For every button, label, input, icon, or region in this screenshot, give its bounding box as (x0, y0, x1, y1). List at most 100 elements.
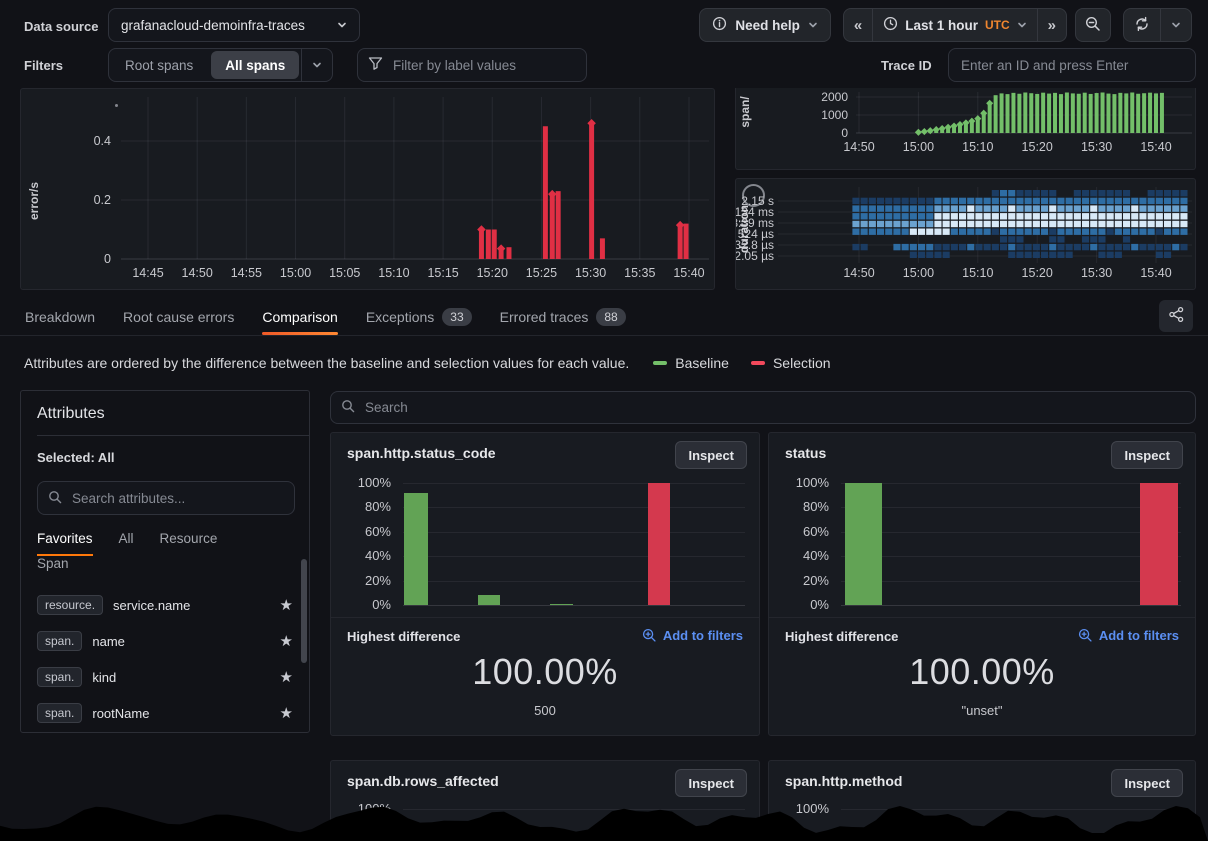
attributes-selected-label: Selected: All (37, 450, 293, 465)
attribute-item-service.name[interactable]: resource.service.name★ (37, 587, 293, 623)
refresh-button[interactable] (1124, 9, 1160, 41)
heatmap-cell (1098, 252, 1105, 258)
heatmap-cell (1148, 198, 1155, 204)
share-button[interactable] (1159, 300, 1193, 332)
need-help-button[interactable]: Need help (699, 8, 831, 42)
inspect-button[interactable]: Inspect (675, 769, 747, 797)
x-tick-label: 15:40 (673, 266, 704, 280)
y-tick-label: 0.4 (94, 134, 111, 148)
heatmap-cell (1180, 229, 1187, 235)
y-tick-label: 2000 (821, 90, 848, 104)
heatmap-cell (1016, 198, 1023, 204)
star-icon[interactable]: ★ (280, 596, 293, 614)
highest-difference-value: 100.00% (769, 651, 1195, 693)
heatmap-cell (1115, 244, 1122, 250)
time-range-picker[interactable]: Last 1 hour UTC (872, 9, 1036, 41)
heatmap-cell (885, 221, 892, 227)
attributes-subtab-all[interactable]: All (119, 531, 134, 554)
heatmap-cell (1025, 244, 1032, 250)
attributes-subtab-favorites[interactable]: Favorites (37, 531, 93, 556)
heatmap-cell (959, 244, 966, 250)
x-tick-label: 15:35 (624, 266, 655, 280)
tab-errored-traces[interactable]: Errored traces88 (500, 299, 626, 335)
star-icon[interactable]: ★ (280, 632, 293, 650)
heatmap-cell (1025, 198, 1032, 204)
heatmap-cell (893, 213, 900, 219)
timezone-label: UTC (985, 18, 1010, 32)
star-icon[interactable]: ★ (280, 704, 293, 722)
heatmap-cell (893, 221, 900, 227)
heatmap-cell (1115, 205, 1122, 211)
span-bar (1160, 93, 1164, 133)
heatmap-cell (1025, 190, 1032, 196)
attribute-name: name (92, 634, 125, 649)
main-search-input[interactable] (363, 399, 1185, 416)
heatmap-cell (1008, 213, 1015, 219)
add-to-filters-link[interactable]: Add to filters (1078, 628, 1179, 643)
plot-area[interactable] (119, 95, 711, 259)
heatmap-cell (1164, 244, 1171, 250)
heatmap-cell (926, 205, 933, 211)
heatmap-cell (967, 205, 974, 211)
span-scope-toggle: Root spans All spans (108, 48, 333, 82)
span-rate-panel[interactable]: 14:5015:0015:1015:2015:3015:40010002000s… (735, 88, 1196, 170)
zoom-out-button[interactable] (1075, 8, 1111, 42)
data-source-select[interactable]: grafanacloud-demoinfra-traces (108, 8, 360, 42)
x-tick-label: 15:20 (1022, 266, 1053, 280)
plot-area[interactable] (854, 90, 1192, 133)
label-filter-input[interactable] (391, 57, 576, 74)
tab-breakdown[interactable]: Breakdown (25, 299, 95, 335)
heatmap-cell (1164, 213, 1171, 219)
root-spans-option[interactable]: Root spans (111, 51, 207, 79)
error-bar (589, 123, 594, 259)
star-icon[interactable]: ★ (280, 668, 293, 686)
heatmap-cell (992, 198, 999, 204)
duration-heatmap-panel[interactable]: 14:5015:0015:1015:2015:3015:402.15 s134 … (735, 178, 1196, 290)
heatmap-cell (1123, 190, 1130, 196)
add-to-filters-link[interactable]: Add to filters (642, 628, 743, 643)
heatmap-cell (1131, 205, 1138, 211)
scope-dropdown-button[interactable] (301, 49, 332, 81)
tab-exceptions[interactable]: Exceptions33 (366, 299, 472, 335)
baseline-bar (478, 595, 500, 605)
attributes-subtab-resource[interactable]: Resource (160, 531, 218, 554)
refresh-interval-dropdown[interactable] (1160, 9, 1191, 41)
heatmap-cell (1172, 213, 1179, 219)
tab-comparison[interactable]: Comparison (262, 299, 337, 335)
attributes-list: resource.service.name★span.name★span.kin… (37, 587, 293, 733)
attribute-item-kind[interactable]: span.kind★ (37, 659, 293, 695)
heatmap-cell (1180, 190, 1187, 196)
heatmap-cell (1025, 252, 1032, 258)
highest-difference-label: Highest difference (785, 629, 898, 644)
heatmap-cell (1090, 229, 1097, 235)
heatmap-cell (975, 221, 982, 227)
attribute-item-rootServiceName[interactable]: span.rootServiceName★ (37, 731, 293, 733)
scrollbar-thumb[interactable] (301, 559, 307, 663)
attribute-item-name[interactable]: span.name★ (37, 623, 293, 659)
need-help-label: Need help (735, 18, 800, 33)
heatmap-cell (1016, 221, 1023, 227)
legend-item-baseline[interactable]: Baseline (653, 355, 729, 371)
inspect-button[interactable]: Inspect (1111, 769, 1183, 797)
heatmap-cell (984, 244, 991, 250)
heatmap-cell (1025, 213, 1032, 219)
heatmap-cell (975, 244, 982, 250)
heatmap-cell (1156, 198, 1163, 204)
attributes-subtab-span[interactable]: Span (37, 556, 69, 579)
time-range-forward-button[interactable]: » (1037, 9, 1066, 41)
attributes-search-input[interactable] (70, 490, 284, 507)
heatmap-cell (885, 213, 892, 219)
y-tick-label: 40% (785, 548, 829, 563)
attribute-item-rootName[interactable]: span.rootName★ (37, 695, 293, 731)
all-spans-option[interactable]: All spans (211, 51, 299, 79)
tab-badge: 33 (442, 308, 471, 326)
tab-root-cause-errors[interactable]: Root cause errors (123, 299, 234, 335)
heatmap-cell (959, 205, 966, 211)
time-range-back-button[interactable]: « (844, 9, 872, 41)
trace-id-input[interactable] (959, 57, 1185, 74)
heatmap-cell (1107, 244, 1114, 250)
heatmap-cell (1066, 221, 1073, 227)
time-picker-group: « Last 1 hour UTC » (843, 8, 1067, 42)
errors-rate-panel[interactable]: 14:4514:5014:5515:0015:0515:1015:1515:20… (20, 88, 715, 290)
legend-item-selection[interactable]: Selection (751, 355, 831, 371)
